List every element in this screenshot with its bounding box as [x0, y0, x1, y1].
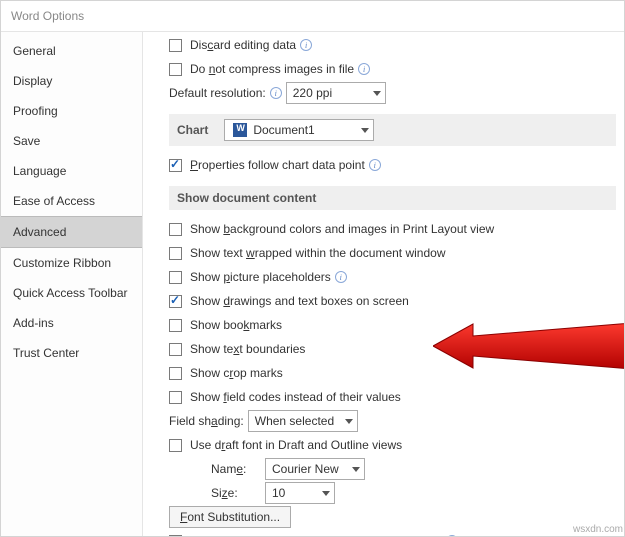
field-shading-dropdown[interactable]: When selected	[248, 410, 358, 432]
sidebar-item-quick-access[interactable]: Quick Access Toolbar	[1, 278, 142, 308]
chart-section-label: Chart	[177, 123, 208, 137]
show-picture-checkbox[interactable]	[169, 271, 182, 284]
show-crop-label: Show crop marks	[190, 366, 283, 380]
show-background-checkbox[interactable]	[169, 223, 182, 236]
show-document-content-header: Show document content	[169, 186, 616, 210]
show-boundaries-checkbox[interactable]	[169, 343, 182, 356]
font-name-dropdown[interactable]: Courier New	[265, 458, 365, 480]
discard-editing-label: Discard editing data	[190, 38, 296, 52]
category-sidebar: General Display Proofing Save Language E…	[1, 32, 143, 536]
show-crop-checkbox[interactable]	[169, 367, 182, 380]
chart-doc-value: Document1	[253, 123, 355, 137]
sidebar-item-addins[interactable]: Add-ins	[1, 308, 142, 338]
sidebar-item-language[interactable]: Language	[1, 156, 142, 186]
default-resolution-label: Default resolution:	[169, 86, 266, 100]
font-substitution-button[interactable]: Font Substitution...	[169, 506, 291, 528]
expand-headings-label: Expand all headings when opening a docum…	[190, 534, 442, 536]
info-icon[interactable]: i	[369, 159, 381, 171]
sidebar-item-display[interactable]: Display	[1, 66, 142, 96]
font-size-label: Size:	[211, 486, 261, 500]
show-boundaries-label: Show text boundaries	[190, 342, 305, 356]
chart-section-header: Chart Document1	[169, 114, 616, 146]
default-resolution-dropdown[interactable]: 220 ppi	[286, 82, 386, 104]
sidebar-item-general[interactable]: General	[1, 36, 142, 66]
font-name-value: Courier New	[272, 462, 346, 476]
discard-editing-checkbox[interactable]	[169, 39, 182, 52]
use-draft-font-checkbox[interactable]	[169, 439, 182, 452]
sidebar-item-trust-center[interactable]: Trust Center	[1, 338, 142, 368]
font-name-label: Name:	[211, 462, 261, 476]
show-bookmarks-label: Show bookmarks	[190, 318, 282, 332]
info-icon[interactable]: i	[300, 39, 312, 51]
show-field-codes-checkbox[interactable]	[169, 391, 182, 404]
show-drawings-checkbox[interactable]	[169, 295, 182, 308]
info-icon[interactable]: i	[358, 63, 370, 75]
sidebar-item-customize-ribbon[interactable]: Customize Ribbon	[1, 248, 142, 278]
chevron-down-icon	[373, 91, 381, 96]
chevron-down-icon	[345, 419, 353, 424]
sidebar-item-advanced[interactable]: Advanced	[1, 216, 142, 248]
do-not-compress-label: Do not compress images in file	[190, 62, 354, 76]
chevron-down-icon	[352, 467, 360, 472]
field-shading-value: When selected	[255, 414, 339, 428]
word-doc-icon	[233, 123, 247, 137]
field-shading-label: Field shading:	[169, 414, 244, 428]
show-field-codes-label: Show field codes instead of their values	[190, 390, 401, 404]
watermark: wsxdn.com	[573, 524, 623, 535]
font-size-value: 10	[272, 486, 316, 500]
window-title: Word Options	[1, 1, 624, 32]
sidebar-item-ease-of-access[interactable]: Ease of Access	[1, 186, 142, 216]
info-icon[interactable]: i	[446, 535, 458, 536]
font-size-dropdown[interactable]: 10	[265, 482, 335, 504]
show-background-label: Show background colors and images in Pri…	[190, 222, 494, 236]
show-bookmarks-checkbox[interactable]	[169, 319, 182, 332]
properties-follow-checkbox[interactable]	[169, 159, 182, 172]
show-drawings-label: Show drawings and text boxes on screen	[190, 294, 409, 308]
expand-headings-checkbox[interactable]	[169, 535, 182, 537]
chevron-down-icon	[322, 491, 330, 496]
sidebar-item-proofing[interactable]: Proofing	[1, 96, 142, 126]
chart-doc-dropdown[interactable]: Document1	[224, 119, 374, 141]
default-resolution-value: 220 ppi	[293, 86, 367, 100]
chevron-down-icon	[361, 128, 369, 133]
show-wrapped-label: Show text wrapped within the document wi…	[190, 246, 445, 260]
do-not-compress-checkbox[interactable]	[169, 63, 182, 76]
show-wrapped-checkbox[interactable]	[169, 247, 182, 260]
info-icon[interactable]: i	[270, 87, 282, 99]
use-draft-font-label: Use draft font in Draft and Outline view…	[190, 438, 402, 452]
info-icon[interactable]: i	[335, 271, 347, 283]
properties-follow-label: Properties follow chart data point	[190, 158, 365, 172]
show-picture-label: Show picture placeholders	[190, 270, 331, 284]
options-panel: Discard editing data i Do not compress i…	[143, 32, 624, 536]
sidebar-item-save[interactable]: Save	[1, 126, 142, 156]
